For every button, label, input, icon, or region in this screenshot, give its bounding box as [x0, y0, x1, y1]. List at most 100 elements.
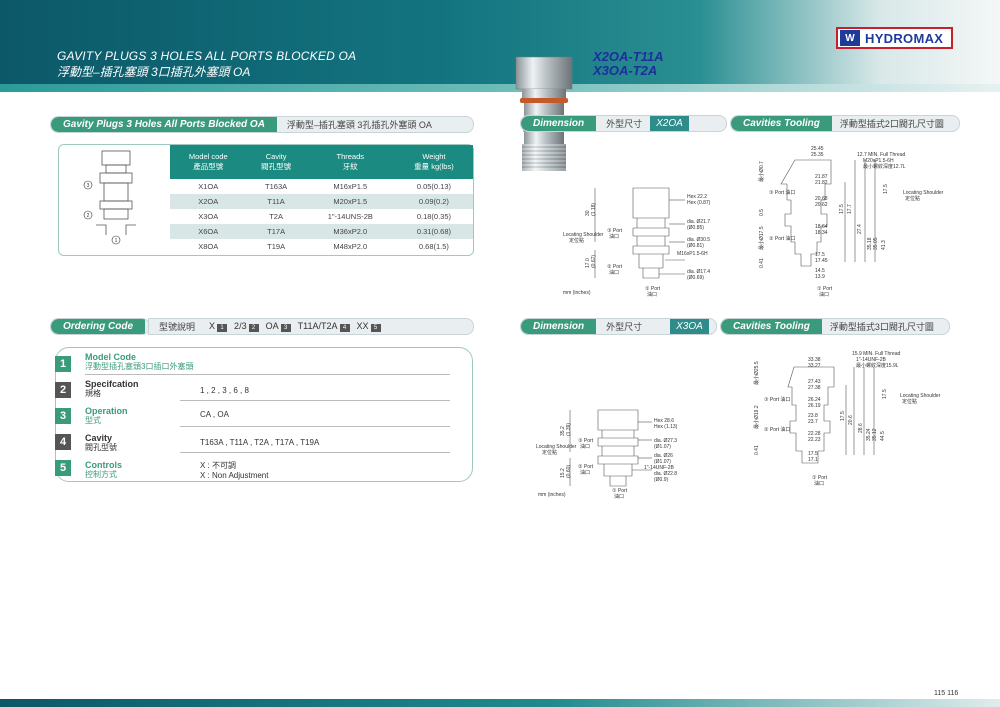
ordering-label-3: Operation 型式 — [85, 406, 128, 426]
spec-col-cavity-zh: 閥孔型號 — [261, 162, 292, 171]
x2oa-h1-in: (1.18) — [591, 203, 597, 216]
table-cell: T11A — [246, 194, 306, 209]
spec-col-weight-zh: 重量 kg(lbs) — [414, 162, 454, 171]
header-band-accent — [0, 84, 1000, 92]
table-cell: 0.09(0.2) — [394, 194, 473, 209]
table-cell: 0.68(1.5) — [418, 242, 449, 251]
x3oa-cav-h1b: 17.5 — [882, 389, 888, 399]
x3oa-cav-b2: 26.19 — [808, 403, 821, 409]
ordering-label-5-en: Controls — [85, 460, 122, 470]
x2oa-hex-in: Hex (0.87) — [687, 200, 711, 206]
ordering-value-3: CA , OA — [200, 410, 229, 419]
x2oa-cav-port1-zh: 油口 — [819, 291, 829, 298]
x3oa-cav-c2: 23.7 — [808, 419, 818, 425]
x2oa-cav-c2: 18.34 — [815, 230, 828, 236]
spec-col-cavity: Cavity 閥孔型號 — [246, 145, 306, 179]
model-title-2: X3OA-T2A — [593, 63, 658, 78]
sketch-label-2: 2 — [87, 213, 90, 219]
order-code-3: 3 — [241, 321, 247, 331]
x3oa-port1-zh: 油口 — [614, 493, 624, 500]
ordering-label-1-en: Model Code — [85, 352, 136, 362]
dimension-sub-x3oa: 外型尺寸 — [606, 322, 643, 332]
ordering-label-3-zh: 型式 — [85, 416, 101, 425]
model-title-1: X2OA-T11A — [593, 49, 664, 64]
x2oa-cav-h1: 17.5 — [839, 204, 845, 214]
x2oa-cav-shoulder-zh: 定位點 — [905, 195, 920, 202]
x3oa-cav-d2: 22.23 — [808, 437, 821, 443]
x2oa-cav-b2: 20.62 — [815, 202, 828, 208]
x2oa-cav-f2: 13.9 — [815, 274, 825, 280]
x3oa-units: mm (inches) — [538, 492, 566, 498]
x2oa-dimension-drawing: Hex 22.2 Hex (0.87) dia. Ø21.7 (Ø0.85) d… — [563, 187, 711, 298]
ordering-label-3-en: Operation — [85, 406, 128, 416]
dimension-sub-x2oa: 外型尺寸 — [606, 119, 643, 129]
ordering-row-1: 1 — [55, 352, 71, 376]
ordering-divider — [180, 400, 450, 401]
table-cell: T17A — [246, 224, 306, 239]
order-code-t2a: T2A — [321, 321, 338, 331]
x2oa-port1-zh: 油口 — [647, 291, 657, 298]
ordering-label-4: Cavity 閥孔型號 — [85, 433, 117, 453]
x2oa-cav-l1: 最小Ø0.7 — [758, 161, 765, 182]
ordering-row-2: 2 — [55, 378, 71, 402]
ordering-sub: 型號說明 — [159, 322, 196, 332]
x2oa-cav-port3: ③ Port 油口 — [769, 189, 795, 196]
dimension-tab-x3oa: Dimension — [521, 319, 597, 334]
x3oa-d3-in: (Ø0.9) — [654, 477, 669, 483]
dimension-bar-x3oa: Dimension 外型尺寸 X3OA — [520, 318, 717, 335]
ordering-label-1-zh: 浮動型插孔塞頭3口插口外塞頭 — [85, 362, 194, 371]
x3oa-cav-l1: 最小Ø25.5 — [753, 361, 760, 385]
x2oa-cav-thread3: 最小螺紋深度12.7L — [863, 163, 906, 170]
ordering-value-5: X : 不可調 X : Non Adjustment — [200, 461, 268, 481]
spec-col-model-en: Model code — [188, 152, 228, 161]
x2oa-cav-h1b: 17.5 — [883, 184, 889, 194]
brand-name: HYDROMAX — [865, 30, 944, 46]
order-code-n3: 3 — [280, 324, 291, 332]
ordering-code-formula: X1 2/3 2 OA 3 T11A/T2A 4 XX 5 — [209, 321, 383, 332]
dimension-code-x2oa: X2OA — [650, 116, 689, 131]
x2oa-d1-in: (Ø0.85) — [687, 225, 704, 231]
x2oa-cav-top2: 25.35 — [811, 152, 824, 158]
order-code-n4: 4 — [339, 324, 350, 332]
x2oa-cavity-drawing: 25.45 25.35 12.7 MIN. Full Thread M20xP1… — [758, 146, 944, 298]
table-cell: T2A — [269, 212, 283, 221]
x2oa-port3-zh: 油口 — [609, 233, 619, 240]
ordering-label-5: Controls 控制方式 — [85, 460, 122, 480]
x2oa-cav-port2: ② Port 油口 — [769, 235, 795, 242]
spec-col-threads: Threads 牙紋 — [305, 145, 395, 179]
cavities-tab-x3oa: Cavities Tooling — [721, 319, 822, 334]
x2oa-cav-h2: 17.7 — [847, 204, 853, 214]
x3oa-port3-zh: 油口 — [580, 443, 590, 450]
page-title-en: GAVITY PLUGS 3 HOLES ALL PORTS BLOCKED O… — [57, 49, 357, 63]
x2oa-h2-in: (0.67) — [591, 255, 597, 268]
ordering-row-4: 4 — [55, 430, 71, 454]
x3oa-hex-in: Hex (1.13) — [654, 424, 678, 430]
x3oa-cav-l2: 最小Ø19.2 — [753, 405, 760, 429]
ordering-label-5-zh: 控制方式 — [85, 470, 117, 479]
x2oa-cav-l2: 0.5 — [759, 209, 765, 216]
page-numbers: 115 116 — [934, 690, 959, 697]
dimension-code-x3oa: X3OA — [670, 319, 709, 334]
ordering-label-2-zh: 規格 — [85, 389, 101, 398]
brand-logo: W HYDROMAX — [836, 27, 953, 49]
x3oa-shoulder-zh: 定位點 — [542, 449, 557, 456]
table-cell: M48xP2.0 — [333, 242, 368, 251]
spec-col-model: Model code 產品型號 — [170, 145, 247, 179]
ordering-label-2-en: Specifcation — [85, 379, 139, 389]
dimension-bar-x2oa: Dimension 外型尺寸 X2OA — [520, 115, 727, 132]
order-code-n2: 2 — [248, 324, 259, 332]
x3oa-cav-port2: ② Port 油口 — [764, 426, 790, 433]
ordering-label-2: Specifcation 規格 — [85, 379, 139, 399]
order-code-n5: 5 — [370, 324, 381, 332]
spec-col-model-zh: 產品型號 — [193, 162, 224, 171]
table-cell: 0.18(0.35) — [416, 212, 452, 221]
ordering-value-4: T163A , T11A , T2A , T17A , T19A — [200, 438, 320, 447]
footer-band — [0, 699, 1000, 707]
spec-col-weight: Weight 重量 kg(lbs) — [394, 145, 473, 179]
x3oa-cav-thread3: 最小螺紋深度15.9L — [856, 362, 899, 369]
x2oa-cav-l4: 0.41 — [759, 258, 765, 268]
order-code-oa: OA — [265, 321, 279, 331]
ordering-num-2: 2 — [55, 382, 71, 398]
ordering-num-1: 1 — [55, 356, 71, 372]
brand-mark-icon: W — [840, 30, 860, 46]
